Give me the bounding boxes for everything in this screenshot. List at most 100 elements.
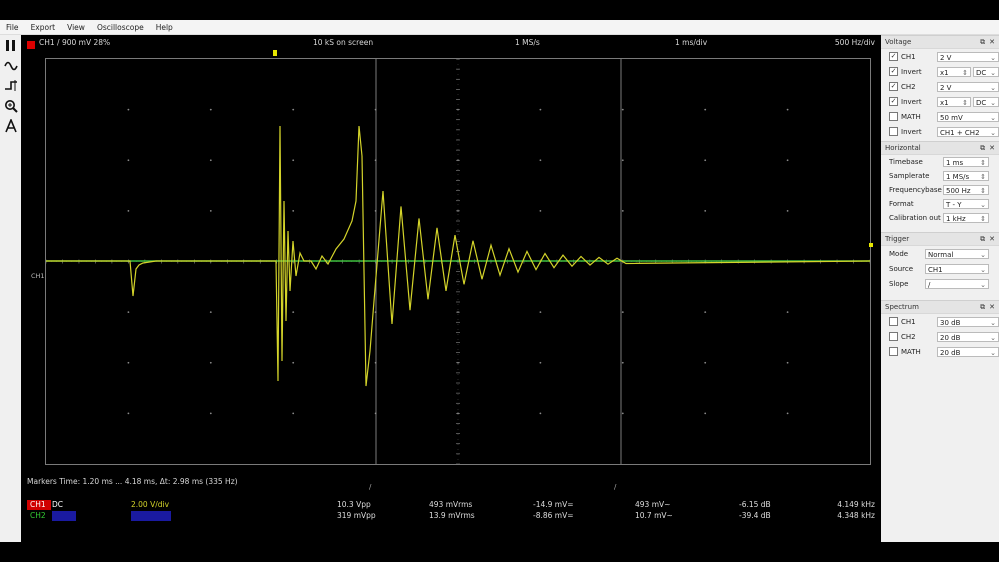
samplerate-spinner[interactable]: 1 MS/s ⇕ bbox=[943, 171, 989, 181]
ch2-ac: 10.7 mV~ bbox=[635, 511, 673, 520]
zoom-icon[interactable] bbox=[2, 97, 19, 114]
marker-handle-1[interactable]: / bbox=[369, 483, 377, 491]
ch1-invert-checkbox[interactable]: ✓ bbox=[889, 67, 898, 76]
float-icon[interactable]: ⧉ bbox=[980, 144, 985, 153]
spectrum-ch1-select[interactable]: 30 dB ⌄ bbox=[937, 316, 999, 327]
close-icon[interactable]: ✕ bbox=[989, 235, 995, 244]
math-label: MATH bbox=[901, 112, 921, 121]
ch1-label: CH1 bbox=[901, 52, 916, 61]
voltage-title: Voltage bbox=[885, 38, 912, 46]
voltage-row-math: MATH 50 mV ⌄ bbox=[881, 109, 999, 124]
math-invert-checkbox[interactable] bbox=[889, 127, 898, 136]
scope-display: CH1 / 900 mV 28% 10 kS on screen 1 MS/s … bbox=[21, 35, 881, 542]
trigger-slope-select[interactable]: / ⌄ bbox=[925, 278, 989, 289]
ch1-vdiv: 2.00 V/div bbox=[131, 500, 170, 509]
ch1-gain-select[interactable]: 2 V ⌄ bbox=[937, 51, 999, 62]
format-select[interactable]: T - Y ⌄ bbox=[943, 199, 989, 209]
timebase-spinner[interactable]: 1 ms ⇕ bbox=[943, 157, 989, 167]
ch2-invert-checkbox[interactable]: ✓ bbox=[889, 97, 898, 106]
ch1-label: CH1 bbox=[30, 500, 46, 509]
menu-oscilloscope[interactable]: Oscilloscope bbox=[91, 23, 150, 32]
trigger-source-select[interactable]: CH1 ⌄ bbox=[925, 263, 989, 274]
voltage-row-math-invert: Invert CH1 + CH2 ⌄ bbox=[881, 124, 999, 139]
spectrum-title: Spectrum bbox=[885, 303, 919, 311]
samplerate-display: 1 MS/s bbox=[515, 38, 540, 47]
marker-handle-2[interactable]: / bbox=[614, 483, 622, 491]
menu-help[interactable]: Help bbox=[150, 23, 179, 32]
scope-graticule bbox=[46, 59, 870, 464]
close-icon[interactable]: ✕ bbox=[989, 303, 995, 312]
math-invert-label: Invert bbox=[901, 127, 922, 136]
oscilloscope-app: File Export View Oscilloscope Help CH1 /… bbox=[0, 20, 999, 542]
math-enable-checkbox[interactable] bbox=[889, 112, 898, 121]
ch1-vrms: 493 mVrms bbox=[429, 500, 473, 509]
spectrum-ch1-label: CH1 bbox=[901, 317, 916, 326]
spectrum-math-select[interactable]: 20 dB ⌄ bbox=[937, 346, 999, 357]
ch2-enable-checkbox[interactable]: ✓ bbox=[889, 82, 898, 91]
ch2-label: CH2 bbox=[901, 82, 916, 91]
ch1-ground-marker[interactable]: CH1 bbox=[31, 272, 45, 280]
ch1-db: -6.15 dB bbox=[739, 500, 771, 509]
voltage-row-ch2: ✓ CH2 2 V ⌄ bbox=[881, 79, 999, 94]
timebase-row: Timebase 1 ms ⇕ bbox=[881, 155, 999, 169]
menu-view[interactable]: View bbox=[61, 23, 91, 32]
ch2-db: -39.4 dB bbox=[739, 511, 771, 520]
samplerate-label: Samplerate bbox=[889, 172, 930, 180]
timebase-display: 1 ms/div bbox=[675, 38, 708, 47]
freqbase-display: 500 Hz/div bbox=[834, 38, 875, 47]
scope-plot-area[interactable] bbox=[45, 58, 871, 465]
float-icon[interactable]: ⧉ bbox=[980, 38, 985, 47]
trigger-position-marker[interactable] bbox=[273, 50, 277, 56]
horizontal-panel: Timebase 1 ms ⇕ Samplerate 1 MS/s ⇕ Freque… bbox=[881, 155, 999, 225]
ch2-gain-select[interactable]: 2 V ⌄ bbox=[937, 81, 999, 92]
trigger-icon[interactable] bbox=[2, 77, 19, 94]
menu-export[interactable]: Export bbox=[25, 23, 62, 32]
horizontal-panel-title: Horizontal ⧉ ✕ bbox=[881, 141, 999, 155]
horizontal-title: Horizontal bbox=[885, 144, 921, 152]
menu-file[interactable]: File bbox=[0, 23, 25, 32]
menu-bar: File Export View Oscilloscope Help bbox=[0, 20, 999, 35]
close-icon[interactable]: ✕ bbox=[989, 144, 995, 153]
spectrum-ch1-checkbox[interactable] bbox=[889, 317, 898, 326]
trigger-slope-label: Slope bbox=[889, 279, 909, 288]
ch1-invert-label: Invert bbox=[901, 67, 922, 76]
close-icon[interactable]: ✕ bbox=[989, 38, 995, 47]
ch1-color-chip bbox=[27, 41, 35, 49]
measure-icon[interactable] bbox=[2, 117, 19, 134]
spectrum-math-checkbox[interactable] bbox=[889, 347, 898, 356]
trigger-level-marker[interactable] bbox=[869, 243, 873, 247]
spectrum-ch2-checkbox[interactable] bbox=[889, 332, 898, 341]
ch1-probe-spinner[interactable]: x1 ⇕ bbox=[937, 66, 971, 77]
calibration-row: Calibration out 1 kHz ⇕ bbox=[881, 211, 999, 225]
waveform-icon[interactable] bbox=[2, 57, 19, 74]
spectrum-ch1-row: CH1 30 dB ⌄ bbox=[881, 314, 999, 329]
spectrum-math-label: MATH bbox=[901, 347, 921, 356]
measurement-row-ch2: CH2 319 mVpp 13.9 mVrms -8.86 mV= 10.7 m… bbox=[21, 511, 881, 521]
ch2-probe-spinner[interactable]: x1 ⇕ bbox=[937, 96, 971, 107]
float-icon[interactable]: ⧉ bbox=[980, 235, 985, 244]
spectrum-math-row: MATH 20 dB ⌄ bbox=[881, 344, 999, 359]
trigger-mode-select[interactable]: Normal ⌄ bbox=[925, 248, 989, 259]
ch1-coupling-select[interactable]: DC ⌄ bbox=[973, 66, 999, 77]
spectrum-panel: CH1 30 dB ⌄ CH2 20 dB ⌄ MATH 20 dB ⌄ bbox=[881, 314, 999, 359]
spectrum-ch2-row: CH2 20 dB ⌄ bbox=[881, 329, 999, 344]
math-gain-select[interactable]: 50 mV ⌄ bbox=[937, 111, 999, 122]
ch1-freq: 4.149 kHz bbox=[837, 500, 875, 509]
settings-dock: Voltage ⧉ ✕ ✓ CH1 2 V ⌄ ✓ Invert x1 ⇕ DC ⌄ ✓… bbox=[881, 35, 999, 542]
ch1-enable-checkbox[interactable]: ✓ bbox=[889, 52, 898, 61]
measurement-row-ch1: CH1 DC 2.00 V/div 10.3 Vpp 493 mVrms -14… bbox=[21, 500, 881, 510]
ch1-dc: -14.9 mV= bbox=[533, 500, 574, 509]
ch2-vpp: 319 mVpp bbox=[337, 511, 376, 520]
trigger-panel-title: Trigger ⧉ ✕ bbox=[881, 232, 999, 246]
frequencybase-label: Frequencybase bbox=[889, 186, 942, 194]
math-mode-select[interactable]: CH1 + CH2 ⌄ bbox=[937, 126, 999, 137]
float-icon[interactable]: ⧉ bbox=[980, 303, 985, 312]
pause-icon[interactable] bbox=[2, 37, 19, 54]
ch2-label: CH2 bbox=[30, 511, 46, 520]
ch2-channel-chip bbox=[52, 511, 76, 521]
spectrum-ch2-select[interactable]: 20 dB ⌄ bbox=[937, 331, 999, 342]
ch1-coupling: DC bbox=[52, 500, 64, 509]
calibration-spinner[interactable]: 1 kHz ⇕ bbox=[943, 213, 989, 223]
frequencybase-spinner[interactable]: 500 Hz ⇕ bbox=[943, 185, 989, 195]
ch2-coupling-select[interactable]: DC ⌄ bbox=[973, 96, 999, 107]
